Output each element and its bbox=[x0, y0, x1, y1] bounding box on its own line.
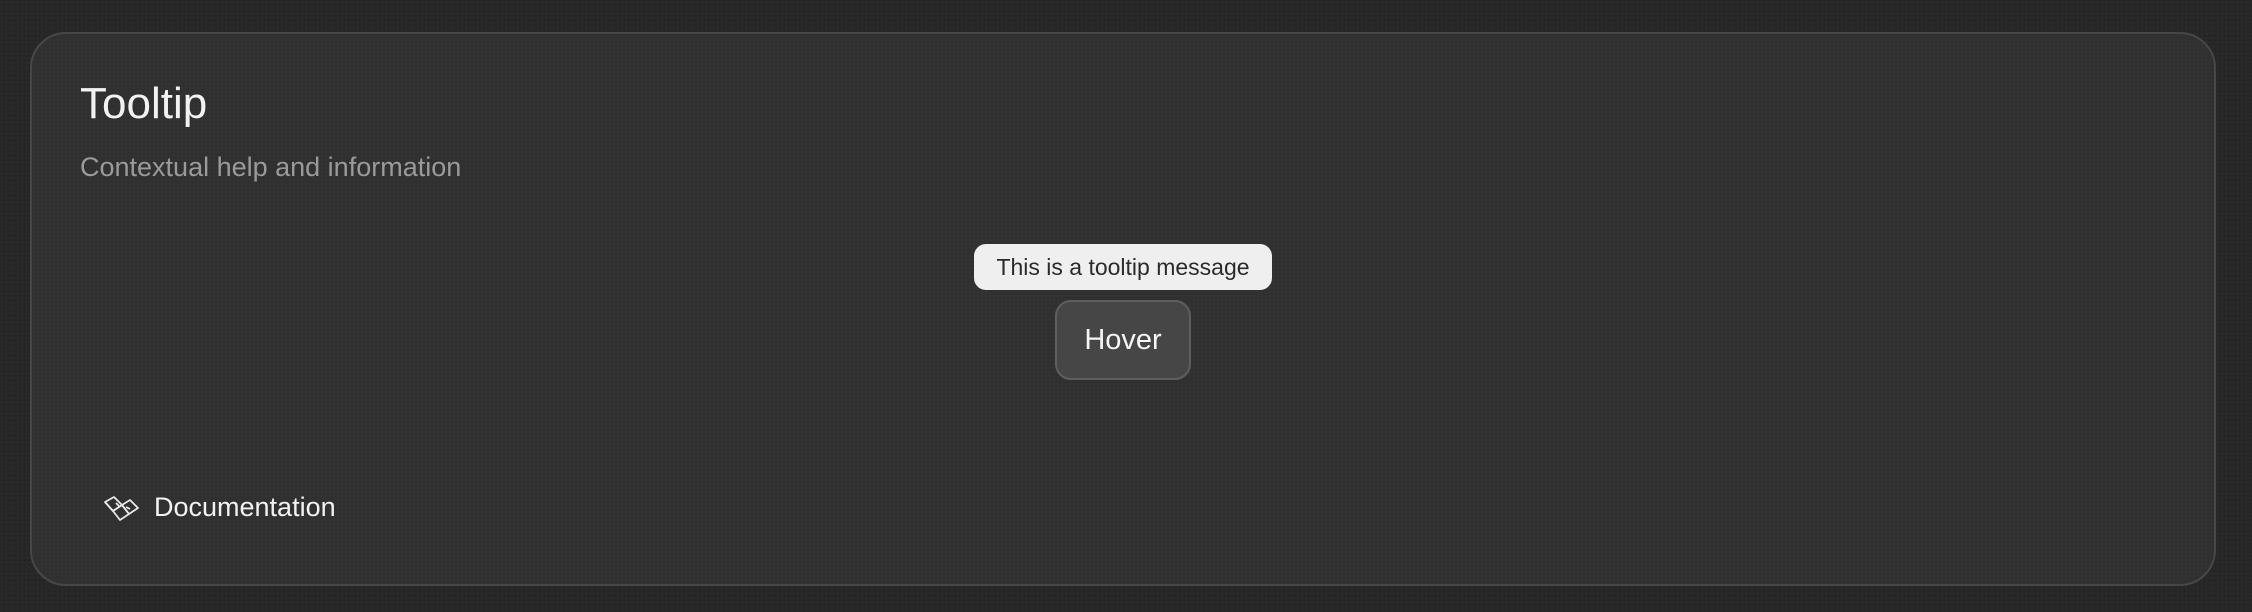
tooltip-message: This is a tooltip message bbox=[974, 244, 1272, 290]
tooltip-card: Tooltip Contextual help and information … bbox=[30, 32, 2216, 586]
card-subtitle: Contextual help and information bbox=[80, 152, 462, 182]
card-title: Tooltip bbox=[80, 79, 208, 128]
hover-button[interactable]: Hover bbox=[1055, 300, 1191, 380]
book-icon bbox=[102, 493, 140, 523]
documentation-link[interactable]: Documentation bbox=[102, 492, 336, 523]
tooltip-demo: This is a tooltip message Hover bbox=[32, 244, 2214, 380]
documentation-link-label: Documentation bbox=[154, 492, 336, 522]
